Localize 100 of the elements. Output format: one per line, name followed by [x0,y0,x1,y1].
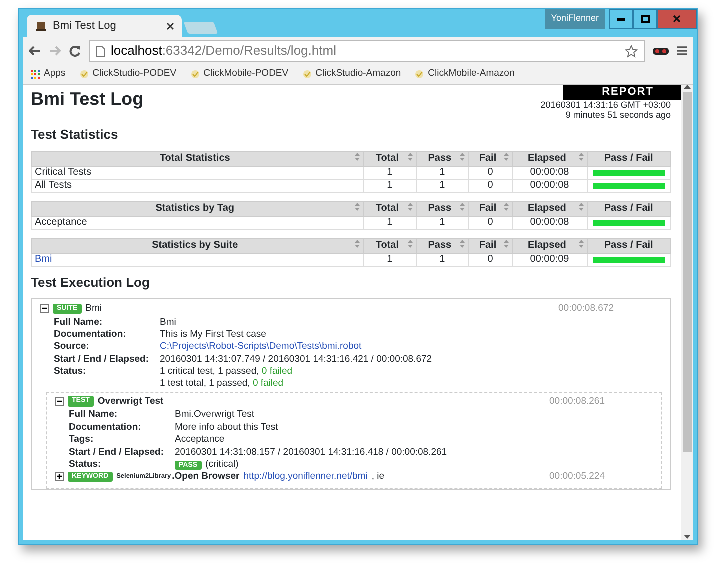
elapsed-time: 00:00:05.224 [550,471,605,483]
bookmark-link[interactable]: Apps [31,67,66,82]
meta-value: Acceptance [175,434,225,446]
meta-label: Source: [54,341,90,352]
scrollbar[interactable] [681,85,693,540]
reload-icon[interactable] [69,45,81,57]
column-header[interactable]: Total [364,151,416,166]
star-icon[interactable] [625,44,638,58]
table-cell: 1 [387,254,393,265]
scroll-down-icon[interactable] [684,535,690,540]
test-name: Overwrigt Test [98,396,164,408]
meta-value: More info about this Test [175,422,278,433]
section-title: Test Statistics [31,127,120,143]
table-cell: 0 [488,254,494,265]
table-cell: 00:00:08 [530,216,570,228]
column-header[interactable]: Pass / Fail [587,151,670,166]
column-header[interactable]: Statistics by Suite [32,238,364,254]
table-cell: 0 [488,166,494,178]
column-header[interactable]: Pass / Fail [587,201,670,216]
page-title: Bmi Test Log [31,89,144,112]
meta-value: 20160301 14:31:07.749 / 20160301 14:31:16.421 / 00:00:08.672 [160,354,432,365]
mask-icon[interactable] [653,46,669,56]
bookmark-favicon-icon [415,70,424,79]
meta-label: Tags: [69,434,94,446]
bookmark-link[interactable]: ClickStudio-PODEV [80,67,177,82]
stat-link[interactable]: Bmi [35,254,52,265]
column-header[interactable]: Pass [416,151,469,166]
column-header[interactable]: Elapsed [512,238,588,254]
sort-icon [355,152,360,161]
sort-icon [408,240,413,248]
elapsed-time: 00:00:08.261 [550,396,605,408]
column-header[interactable]: Pass [416,238,469,254]
bookmark-favicon-icon [302,70,312,79]
collapse-icon[interactable] [55,397,64,406]
sort-icon [355,202,360,211]
meta-label: Status: [69,458,102,470]
maximize-button[interactable] [633,9,657,29]
sort-icon [460,202,466,211]
sort-icon [504,152,509,161]
table-cell: 1 [387,180,393,191]
elapsed-time: 00:00:08.672 [558,303,614,315]
bookmark-link[interactable]: ClickMobile-PODEV [190,67,289,82]
suite-name: Bmi [86,303,102,315]
report-link[interactable]: REPORT [563,85,681,100]
close-button[interactable] [657,9,697,29]
status-text: 1 critical test, 1 passed, 0 failed [160,366,294,378]
generated-timestamp: 20160301 14:31:16 GMT +03:00 [540,101,671,112]
favicon-icon [35,20,47,32]
generated-ago: 9 minutes 51 seconds ago [564,111,671,122]
sort-icon [460,240,466,248]
browser-tab[interactable]: Bmi Test Log [27,15,182,37]
column-header[interactable]: Elapsed [512,201,588,216]
meta-label: Documentation: [54,329,126,340]
column-header[interactable]: Total [364,201,416,216]
meta-label: Full Name: [54,316,103,328]
user-name: YoniFlenner [545,9,605,28]
bookmark-link[interactable]: ClickStudio-Amazon [302,67,402,82]
meta-value: Bmi [160,316,176,328]
page-icon [96,46,105,56]
column-header[interactable]: Statistics by Tag [32,201,364,216]
table-cell: 1 [440,254,446,265]
column-header[interactable]: Pass [416,201,469,216]
url-text: localhost:63342/Demo/Results/log.html [111,42,336,60]
column-header[interactable]: Total Statistics [32,151,364,166]
meta-value: Bmi.Overwrigt Test [175,409,255,420]
back-icon[interactable] [29,46,41,56]
tab-title: Bmi Test Log [53,18,118,34]
sort-icon [504,202,509,211]
stat-name: Critical Tests [35,166,92,178]
table-cell: 00:00:09 [530,254,570,265]
column-header[interactable]: Fail [468,238,512,254]
close-tab-icon[interactable] [167,22,174,30]
meta-value: 20160301 14:31:08.157 / 20160301 14:31:16.418 / 00:00:08.261 [175,446,448,458]
apps-grid-icon [31,70,40,79]
column-header[interactable]: Fail [468,201,512,216]
table-cell: 1 [440,180,446,191]
table-cell: 1 [440,166,446,178]
table-cell: 1 [387,216,393,228]
expand-icon[interactable] [55,472,64,482]
bookmark-link[interactable]: ClickMobile-Amazon [415,67,515,82]
column-header[interactable]: Pass / Fail [587,238,670,254]
bookmark-favicon-icon [80,70,89,79]
maximize-icon [640,15,650,23]
address-bar[interactable]: localhost:63342/Demo/Results/log.html [89,40,645,62]
sort-icon [504,240,509,248]
column-header[interactable]: Elapsed [512,151,588,166]
status-text: 1 test total, 1 passed, 0 failed [160,378,285,389]
menu-icon[interactable] [677,46,687,56]
column-header[interactable]: Total [364,238,416,254]
source-link[interactable]: C:\Projects\Robot-Scripts\Demo\Tests\bmi.robot [160,341,362,352]
keyword-name: .Open Browser [172,471,240,483]
collapse-icon[interactable] [40,304,49,314]
sort-icon [578,152,584,161]
column-header[interactable]: Fail [468,151,512,166]
table-cell: 1 [387,166,393,178]
meta-label: Full Name: [69,409,118,420]
sort-icon [355,240,360,248]
argument-link[interactable]: http://blog.yoniflenner.net/bmi [244,471,368,483]
stat-name: All Tests [35,180,72,191]
minimize-button[interactable] [609,9,633,29]
